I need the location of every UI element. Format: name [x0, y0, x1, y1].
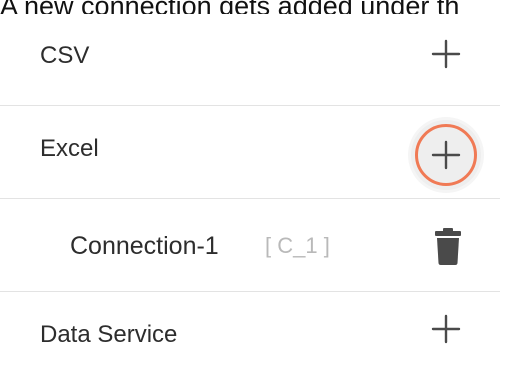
delete-connection-button[interactable] — [433, 226, 463, 266]
connection-type-row-data-service: Data Service — [0, 293, 500, 381]
connection-type-row-excel: Excel — [0, 107, 500, 199]
connection-code: [ C_1 ] — [265, 233, 330, 258]
add-csv-connection-button[interactable] — [424, 32, 468, 76]
connection-type-label: CSV — [40, 42, 90, 69]
plus-icon — [431, 39, 461, 69]
connection-row-connection-1[interactable]: Connection-1 [ C_1 ] — [0, 200, 500, 292]
add-excel-connection-button[interactable] — [424, 133, 468, 177]
plus-icon — [431, 314, 461, 344]
connection-name: Connection-1 — [70, 232, 219, 260]
connections-panel: CSV Excel Connection-1 [ C_1 ] Data Serv… — [0, 14, 500, 381]
trash-icon — [435, 228, 461, 265]
connection-type-label: Excel — [40, 135, 99, 162]
connection-type-row-csv: CSV — [0, 14, 500, 106]
add-data-service-connection-button[interactable] — [424, 307, 468, 351]
connection-type-label: Data Service — [40, 321, 178, 348]
plus-icon — [431, 140, 461, 170]
